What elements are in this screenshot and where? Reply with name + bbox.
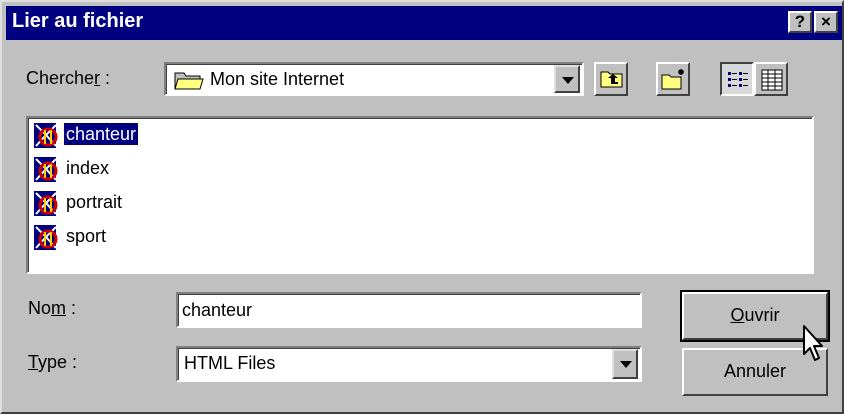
name-label-accel: m (51, 298, 67, 318)
mouse-pointer-icon (802, 324, 826, 377)
folder-icon (174, 69, 204, 96)
type-label: Type : (28, 352, 77, 373)
list-view-button[interactable] (720, 62, 754, 96)
look-in-value: Mon site Internet (210, 69, 345, 89)
close-button[interactable]: × (814, 11, 838, 33)
details-view-icon (761, 69, 783, 96)
open-button-accel: O (730, 305, 745, 325)
link-to-file-dialog: Lier au fichier ? × Chercher : Mon site … (0, 0, 844, 414)
html-file-icon (32, 224, 60, 252)
details-view-button[interactable] (754, 62, 788, 96)
new-folder-icon (661, 67, 687, 96)
look-in-dropdown-button[interactable] (554, 65, 580, 93)
file-list[interactable]: chanteur index portrait sport (26, 116, 814, 274)
look-in-label: Chercher : (26, 68, 110, 89)
help-button[interactable]: ? (788, 11, 812, 33)
name-label-text: No (28, 298, 52, 318)
file-name-value: chanteur (182, 300, 253, 320)
file-name: portrait (66, 192, 123, 212)
file-name: chanteur (62, 122, 140, 146)
html-file-icon (32, 190, 60, 218)
type-label-text: ype : (38, 352, 78, 372)
file-name: sport (66, 226, 107, 246)
html-file-icon (32, 122, 60, 150)
file-type-value: HTML Files (184, 353, 276, 373)
name-label-colon: : (66, 298, 77, 318)
type-label-accel: T (28, 352, 39, 372)
list-view-icon (727, 70, 749, 95)
name-label: Nom : (28, 298, 76, 319)
title-bar[interactable]: Lier au fichier ? × (6, 6, 842, 40)
open-button-label: uvrir (744, 305, 780, 325)
html-file-icon (32, 156, 60, 184)
dialog-title: Lier au fichier (12, 10, 144, 32)
chevron-down-icon (620, 361, 632, 368)
chevron-down-icon (562, 77, 574, 84)
file-name: index (66, 158, 110, 178)
file-name-input[interactable]: chanteur (176, 292, 642, 328)
file-type-dropdown-button[interactable] (612, 349, 638, 379)
up-one-level-icon (600, 69, 624, 94)
look-in-label-colon: : (100, 68, 111, 88)
new-folder-button[interactable] (656, 62, 690, 96)
up-one-level-button[interactable] (594, 62, 628, 96)
look-in-combo[interactable]: Mon site Internet (164, 62, 584, 96)
look-in-label-text: Cherche (26, 68, 95, 88)
file-type-select[interactable]: HTML Files (176, 346, 642, 382)
